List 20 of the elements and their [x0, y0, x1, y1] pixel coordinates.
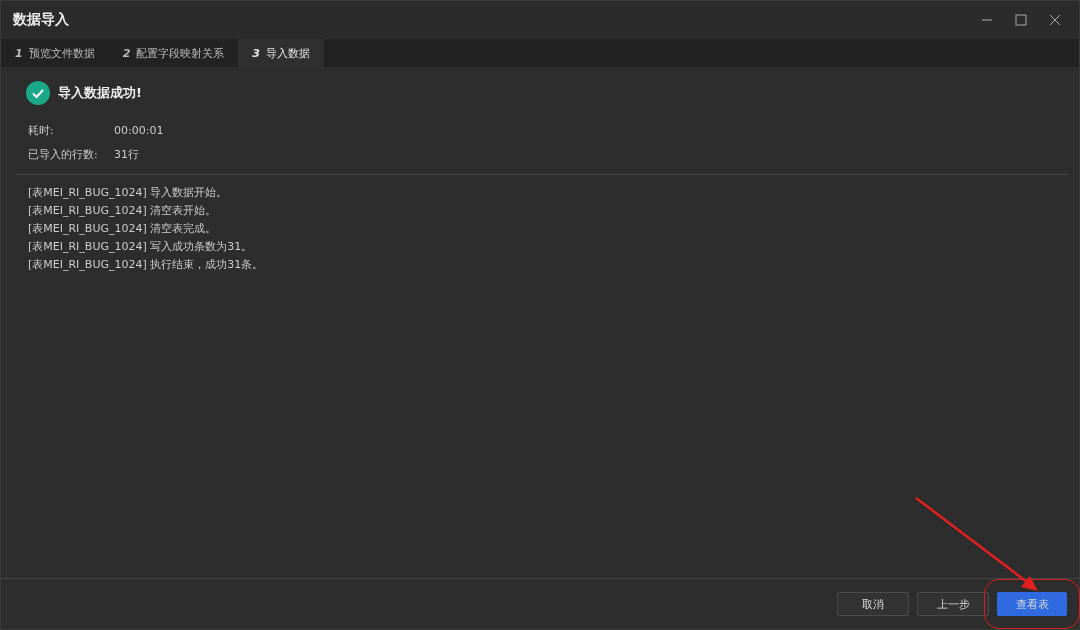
success-message: 导入数据成功!	[58, 84, 142, 102]
field-value: 00:00:01	[114, 124, 164, 137]
close-icon	[1049, 14, 1061, 26]
maximize-icon	[1015, 14, 1027, 26]
window-title: 数据导入	[13, 11, 69, 29]
log-line: [表MEI_RI_BUG_1024] 清空表完成。	[28, 221, 218, 236]
dialog-button[interactable]: 取消	[837, 592, 909, 616]
dialog-button[interactable]: 上一步	[917, 592, 989, 616]
step-tab[interactable]: 1 预览文件数据	[1, 39, 109, 67]
primary-button[interactable]: 查看表	[997, 592, 1067, 616]
log-line: [表MEI_RI_BUG_1024] 清空表开始。	[28, 203, 218, 218]
step-tab[interactable]: 2 配置字段映射关系	[108, 39, 239, 67]
log-line: [表MEI_RI_BUG_1024] 写入成功条数为31。	[28, 239, 254, 254]
field-value: 31行	[114, 147, 140, 162]
check-icon	[26, 81, 50, 105]
field-label: 耗时:	[28, 123, 55, 138]
log-line: [表MEI_RI_BUG_1024] 导入数据开始。	[28, 185, 229, 200]
field-label: 已导入的行数:	[28, 147, 99, 162]
log-line: [表MEI_RI_BUG_1024] 执行结束，成功31条。	[28, 257, 265, 272]
step-tab[interactable]: 3 导入数据	[238, 39, 324, 67]
